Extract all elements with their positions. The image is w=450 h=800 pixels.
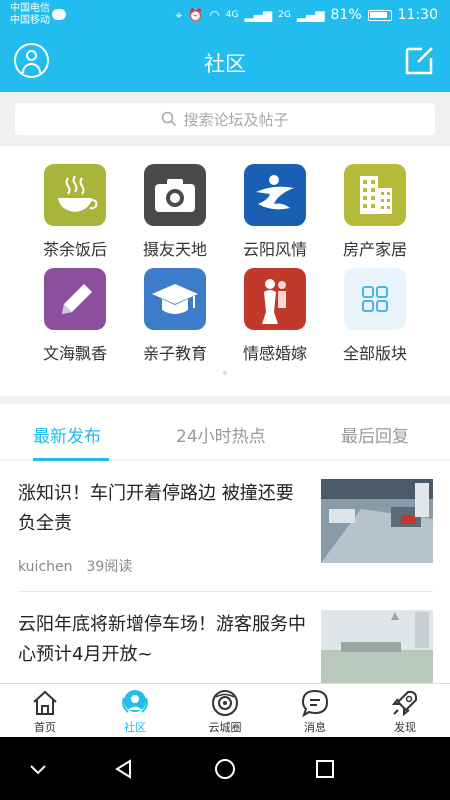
battery-percent: 81% bbox=[330, 7, 362, 23]
hide-keyboard-icon[interactable] bbox=[26, 757, 50, 781]
post-thumbnail[interactable] bbox=[321, 610, 433, 683]
post-title: 云阳年底将新增停车场！游客服务中心预计4月开放~ bbox=[18, 614, 306, 665]
search-placeholder: 搜索论坛及帖子 bbox=[183, 110, 289, 129]
search-input[interactable]: 搜索论坛及帖子 bbox=[15, 103, 435, 135]
network-1-label: 4G bbox=[225, 10, 239, 20]
chat-notification-icon bbox=[52, 9, 66, 20]
camera-icon bbox=[144, 164, 206, 226]
nav-home[interactable]: 首页 bbox=[0, 684, 90, 738]
forum-item-sheyou[interactable]: 摄友天地 bbox=[125, 164, 225, 260]
forum-item-chayu[interactable]: 茶余饭后 bbox=[25, 164, 125, 260]
system-nav-bar bbox=[0, 737, 450, 800]
battery-icon bbox=[367, 9, 392, 21]
search-icon bbox=[162, 111, 177, 127]
post-author: kuichen bbox=[18, 559, 73, 575]
forum-label: 摄友天地 bbox=[142, 240, 207, 259]
location-icon: ⌖ bbox=[175, 7, 183, 22]
back-icon[interactable] bbox=[112, 757, 136, 781]
nav-label: 消息 bbox=[304, 721, 326, 734]
tab-24h-hot[interactable]: 24小时热点 bbox=[176, 422, 266, 447]
forum-item-all[interactable]: 全部版块 bbox=[325, 268, 425, 364]
forum-label: 文海飘香 bbox=[42, 344, 107, 363]
forum-grid: 茶余饭后 摄友天地 云阳风情 房产家居 文海飘香 亲子教育 情感婚嫁 全部版块 bbox=[0, 146, 450, 396]
app-header: 社区 bbox=[0, 32, 450, 92]
status-indicators: ⌖ ⏰ ◠ 4G ▂▄▆ 2G ▂▄▆ 81% 11:30 bbox=[176, 7, 438, 23]
forum-label: 房产家居 bbox=[342, 240, 407, 259]
forum-label: 茶余饭后 bbox=[42, 240, 107, 259]
wifi-icon: ◠ bbox=[209, 8, 220, 22]
signal-icon: ▂▄▆ bbox=[296, 8, 325, 22]
post-views: 39阅读 bbox=[86, 559, 133, 575]
recent-apps-icon[interactable] bbox=[313, 757, 337, 781]
status-bar: 中国电信 中国移动 ⌖ ⏰ ◠ 4G ▂▄▆ 2G ▂▄▆ 81% 11:30 bbox=[0, 0, 450, 32]
bottom-nav: 首页 社区 云城圈 消息 发现 bbox=[0, 683, 450, 737]
nav-yunchengquan[interactable]: 云城圈 bbox=[180, 684, 270, 738]
forum-item-qinzi[interactable]: 亲子教育 bbox=[125, 268, 225, 364]
post-meta: kuichen 39阅读 bbox=[18, 556, 132, 576]
tab-latest[interactable]: 最新发布 bbox=[33, 422, 101, 447]
nav-label: 社区 bbox=[124, 721, 146, 734]
forum-label: 情感婚嫁 bbox=[242, 344, 307, 363]
post-list: 涨知识！车门开着停路边 被撞还要负全责 kuichen 39阅读 云阳年底将新增停… bbox=[0, 461, 450, 683]
alarm-icon: ⏰ bbox=[188, 8, 204, 22]
compose-icon[interactable] bbox=[404, 44, 436, 76]
carrier-1: 中国电信 bbox=[10, 3, 50, 14]
pencil-icon bbox=[44, 268, 106, 330]
circle-camera-icon bbox=[212, 690, 238, 716]
home-button-icon[interactable] bbox=[213, 757, 237, 781]
yunyang-logo-icon bbox=[244, 164, 306, 226]
forum-label: 全部版块 bbox=[342, 344, 407, 363]
tab-last-reply[interactable]: 最后回复 bbox=[341, 422, 409, 447]
message-icon bbox=[301, 689, 329, 718]
nav-label: 发现 bbox=[394, 721, 416, 734]
grid-icon bbox=[344, 268, 406, 330]
nav-messages[interactable]: 消息 bbox=[270, 684, 360, 738]
nav-discover[interactable]: 发现 bbox=[360, 684, 450, 738]
clock: 11:30 bbox=[397, 7, 438, 23]
page-title: 社区 bbox=[204, 52, 246, 76]
post-tabs: 最新发布 24小时热点 最后回复 bbox=[0, 404, 450, 461]
page-indicator bbox=[223, 371, 227, 375]
nav-community[interactable]: 社区 bbox=[90, 684, 180, 738]
forum-label: 云阳风情 bbox=[242, 240, 307, 259]
post-thumbnail[interactable] bbox=[321, 479, 433, 563]
nav-label: 首页 bbox=[34, 721, 56, 734]
home-icon bbox=[33, 690, 57, 715]
post-title: 涨知识！车门开着停路边 被撞还要负全责 bbox=[18, 483, 294, 534]
rocket-icon bbox=[391, 690, 418, 717]
forum-label: 亲子教育 bbox=[142, 344, 207, 363]
post-item[interactable]: 云阳年底将新增停车场！游客服务中心预计4月开放~ bbox=[0, 592, 450, 683]
nav-label: 云城圈 bbox=[208, 721, 242, 734]
network-2-label: 2G bbox=[278, 10, 291, 20]
forum-item-qinggan[interactable]: 情感婚嫁 bbox=[225, 268, 325, 364]
couple-icon bbox=[244, 268, 306, 330]
forum-item-yunyang[interactable]: 云阳风情 bbox=[225, 164, 325, 260]
search-area: 搜索论坛及帖子 bbox=[0, 92, 450, 146]
building-icon bbox=[344, 164, 406, 226]
signal-icon: ▂▄▆ bbox=[244, 8, 273, 22]
post-item[interactable]: 涨知识！车门开着停路边 被撞还要负全责 kuichen 39阅读 bbox=[0, 461, 450, 592]
forum-item-fangchan[interactable]: 房产家居 bbox=[325, 164, 425, 260]
carrier-2: 中国移动 bbox=[10, 15, 50, 26]
coffee-cup-icon bbox=[44, 164, 106, 226]
community-icon bbox=[122, 690, 148, 713]
forum-item-wenhai[interactable]: 文海飘香 bbox=[25, 268, 125, 364]
carrier-info: 中国电信 中国移动 bbox=[10, 3, 50, 27]
graduation-cap-icon bbox=[144, 268, 206, 330]
